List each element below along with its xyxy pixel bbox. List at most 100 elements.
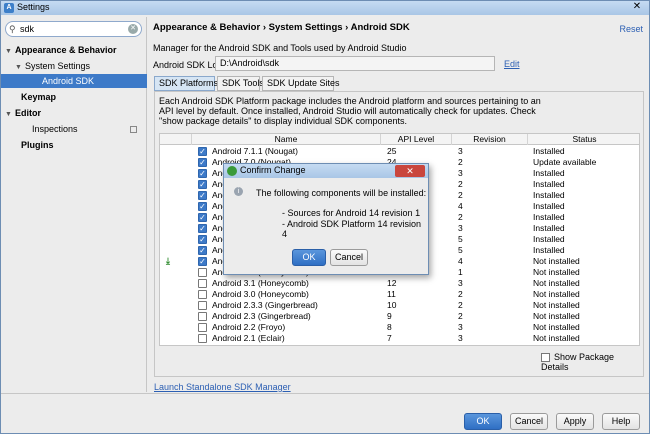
row-api: 8 xyxy=(387,322,392,332)
sidebar-item-editor[interactable]: ▼ Editor xyxy=(5,106,41,120)
row-api: 7 xyxy=(387,333,392,343)
row-status: Not installed xyxy=(533,289,580,299)
cancel-button[interactable]: Cancel xyxy=(510,413,548,430)
show-details-checkbox[interactable] xyxy=(541,353,550,363)
sidebar-item-android-sdk[interactable]: Android SDK xyxy=(1,74,147,88)
sidebar-item-system-settings[interactable]: ▼ System Settings xyxy=(15,59,145,73)
edit-location-link[interactable]: Edit xyxy=(504,59,520,69)
row-rev: 2 xyxy=(458,190,463,200)
tab-sdk-tools[interactable]: SDK Tools xyxy=(217,76,264,91)
row-checkbox[interactable] xyxy=(198,334,207,343)
sidebar-item-appearance-behavior[interactable]: ▼ Appearance & Behavior xyxy=(5,43,145,57)
window-close-button[interactable]: ✕ xyxy=(629,1,645,13)
launch-sdk-manager-link[interactable]: Launch Standalone SDK Manager xyxy=(154,382,291,392)
row-checkbox[interactable]: ✓ xyxy=(198,180,207,189)
dialog-title: Confirm Change xyxy=(240,165,306,175)
app-icon: A xyxy=(4,3,14,13)
row-status: Not installed xyxy=(533,267,580,277)
panel-description: Each Android SDK Platform package includ… xyxy=(159,96,541,126)
row-checkbox[interactable]: ✓ xyxy=(198,235,207,244)
row-checkbox[interactable]: ✓ xyxy=(198,202,207,211)
row-status: Not installed xyxy=(533,311,580,321)
apply-button[interactable]: Apply xyxy=(556,413,594,430)
table-row[interactable]: Android 2.1 (Eclair) 7 3 Not installed xyxy=(160,333,639,344)
row-rev: 3 xyxy=(458,168,463,178)
row-rev: 3 xyxy=(458,322,463,332)
row-checkbox[interactable] xyxy=(198,301,207,310)
row-checkbox[interactable] xyxy=(198,312,207,321)
column-header-status[interactable]: Status xyxy=(528,134,639,145)
confirm-change-dialog: Confirm Change ✕ i The following compone… xyxy=(223,163,429,275)
row-api: 9 xyxy=(387,311,392,321)
dialog-component-item: - Android SDK Platform 14 revision 4 xyxy=(282,219,422,239)
row-rev: 2 xyxy=(458,157,463,167)
sidebar-item-keymap[interactable]: Keymap xyxy=(21,90,56,104)
row-checkbox[interactable] xyxy=(198,290,207,299)
row-rev: 4 xyxy=(458,256,463,266)
row-name: Android 7.1.1 (Nougat) xyxy=(212,146,298,156)
table-row[interactable]: Android 2.3 (Gingerbread) 9 2 Not installed xyxy=(160,311,639,322)
row-rev: 4 xyxy=(458,201,463,211)
table-row[interactable]: Android 3.0 (Honeycomb) 11 2 Not installed xyxy=(160,289,639,300)
row-checkbox[interactable]: ✓ xyxy=(198,246,207,255)
row-checkbox[interactable]: ✓ xyxy=(198,257,207,266)
row-status: Installed xyxy=(533,212,565,222)
row-checkbox[interactable]: ✓ xyxy=(198,213,207,222)
row-rev: 5 xyxy=(458,234,463,244)
column-header-revision[interactable]: Revision xyxy=(452,134,528,145)
reset-link[interactable]: Reset xyxy=(619,24,643,34)
row-api: 12 xyxy=(387,278,397,288)
row-rev: 3 xyxy=(458,333,463,343)
column-header-name[interactable]: Name xyxy=(192,134,381,145)
row-api: 10 xyxy=(387,300,397,310)
window-title: Settings xyxy=(17,2,50,12)
dialog-cancel-button[interactable]: Cancel xyxy=(330,249,368,266)
table-header: Name API Level Revision Status xyxy=(160,134,639,145)
row-name: Android 2.1 (Eclair) xyxy=(212,333,285,343)
table-row[interactable]: Android 2.3.3 (Gingerbread) 10 2 Not instal… xyxy=(160,300,639,311)
tab-sdk-platforms[interactable]: SDK Platforms xyxy=(154,76,218,91)
settings-sidebar: ⚲ ✕ ▼Appearance & Behavior ▼System Setti… xyxy=(1,17,147,392)
row-checkbox[interactable]: ✓ xyxy=(198,169,207,178)
row-status: Not installed xyxy=(533,278,580,288)
row-rev: 3 xyxy=(458,223,463,233)
row-rev: 1 xyxy=(458,267,463,277)
column-header-api-level[interactable]: API Level xyxy=(381,134,452,145)
dialog-close-button[interactable]: ✕ xyxy=(395,165,425,177)
search-box[interactable]: ⚲ ✕ xyxy=(5,21,142,37)
row-status: Installed xyxy=(533,234,565,244)
sidebar-item-plugins[interactable]: Plugins xyxy=(21,138,54,152)
row-rev: 5 xyxy=(458,245,463,255)
row-checkbox[interactable]: ✓ xyxy=(198,158,207,167)
table-row[interactable]: Android 2.2 (Froyo) 8 3 Not installed xyxy=(160,322,639,333)
row-checkbox[interactable]: ✓ xyxy=(198,147,207,156)
project-copy-icon xyxy=(130,126,137,133)
ok-button[interactable]: OK xyxy=(464,413,502,430)
sdk-location-field[interactable]: D:\Android\sdk xyxy=(215,56,495,71)
chevron-down-icon: ▼ xyxy=(15,64,22,71)
help-button[interactable]: Help xyxy=(602,413,640,430)
sidebar-item-inspections[interactable]: Inspections xyxy=(32,122,145,136)
table-row[interactable]: ✓ Android 7.1.1 (Nougat) 25 3 Installed xyxy=(160,146,639,157)
tab-sdk-update-sites[interactable]: SDK Update Sites xyxy=(262,76,340,91)
row-checkbox[interactable]: ✓ xyxy=(198,224,207,233)
row-checkbox[interactable]: ✓ xyxy=(198,191,207,200)
row-rev: 3 xyxy=(458,146,463,156)
table-row[interactable]: Android 3.1 (Honeycomb) 12 3 Not installed xyxy=(160,278,639,289)
search-input[interactable] xyxy=(20,23,125,35)
row-status: Installed xyxy=(533,168,565,178)
row-status: Not installed xyxy=(533,256,580,266)
title-bar: A Settings ✕ xyxy=(1,1,649,15)
row-rev: 2 xyxy=(458,300,463,310)
row-checkbox[interactable] xyxy=(198,323,207,332)
settings-window: A Settings ✕ ⚲ ✕ ▼Appearance & Behavior … xyxy=(0,0,650,434)
dialog-ok-button[interactable]: OK xyxy=(292,249,326,266)
show-package-details[interactable]: Show Package Details xyxy=(541,352,643,372)
clear-search-icon[interactable]: ✕ xyxy=(128,24,138,34)
row-checkbox[interactable] xyxy=(198,279,207,288)
download-icon: ⤓ xyxy=(166,256,170,266)
row-status: Not installed xyxy=(533,322,580,332)
row-checkbox[interactable] xyxy=(198,268,207,277)
chevron-down-icon: ▼ xyxy=(5,111,12,118)
page-description: Manager for the Android SDK and Tools us… xyxy=(153,43,407,53)
